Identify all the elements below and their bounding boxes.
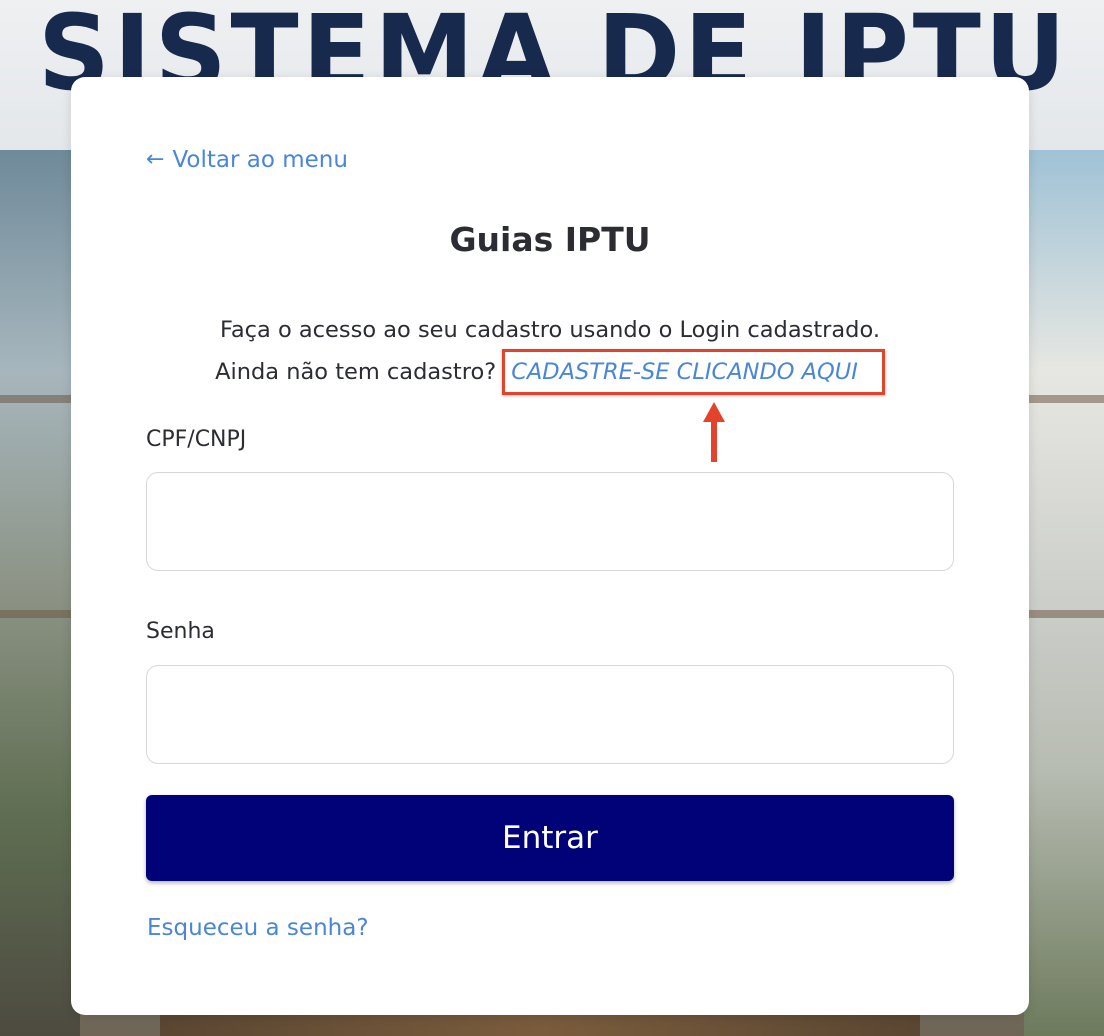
arrow-up-icon [703,402,725,462]
password-input[interactable] [146,665,954,764]
description-line-1: Faça o acesso ao seu cadastro usando o L… [219,317,880,343]
login-description: Faça o acesso ao seu cadastro usando o L… [71,311,1029,395]
background-photo-left [0,150,80,1036]
background-photo-right [1024,150,1104,1036]
login-card: ← Voltar ao menu Guias IPTU Faça o acess… [71,77,1029,1015]
no-account-text: Ainda não tem cadastro? [215,359,497,385]
description-line-2: Ainda não tem cadastro? CADASTRE-SE CLIC… [215,349,885,395]
background-floor [160,1014,920,1036]
signup-link[interactable]: CADASTRE-SE CLICANDO AQUI [511,359,858,385]
login-button[interactable]: Entrar [146,795,954,881]
cpf-label: CPF/CNPJ [146,427,247,452]
cpf-cnpj-input[interactable] [146,472,954,571]
signup-highlight-box: CADASTRE-SE CLICANDO AQUI [502,349,885,395]
forgot-password-link[interactable]: Esqueceu a senha? [147,915,369,941]
page-title: Guias IPTU [449,220,651,259]
arrow-left-icon: ← [146,147,165,172]
password-label: Senha [146,619,215,644]
back-to-menu-link[interactable]: ← Voltar ao menu [146,147,348,173]
back-link-label: Voltar ao menu [172,147,348,173]
